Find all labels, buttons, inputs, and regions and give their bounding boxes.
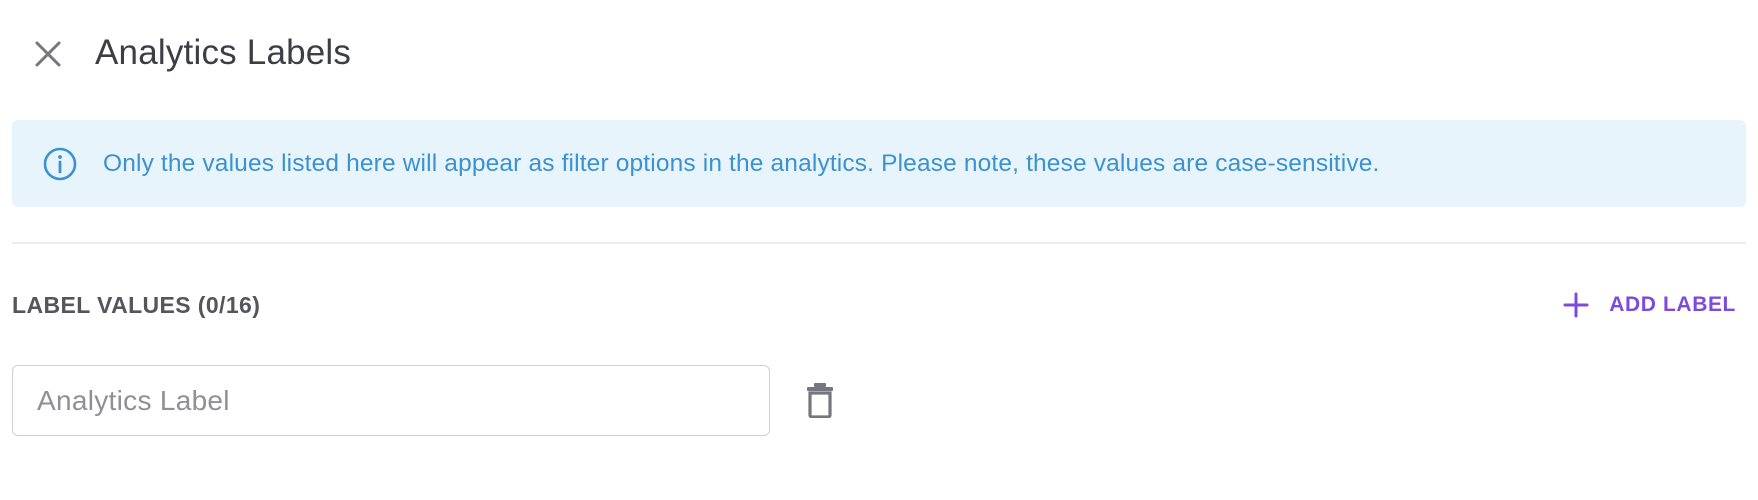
panel-header: Analytics Labels	[0, 0, 1758, 104]
label-row	[12, 365, 862, 436]
close-icon	[34, 40, 62, 73]
add-label-button-label: ADD LABEL	[1609, 293, 1736, 316]
add-label-button[interactable]: ADD LABEL	[1563, 288, 1736, 322]
page-title: Analytics Labels	[95, 33, 352, 72]
delete-label-button[interactable]	[800, 382, 840, 422]
close-button[interactable]	[28, 36, 68, 76]
label-values-heading: LABEL VALUES (0/16)	[12, 292, 261, 318]
info-banner-text: Only the values listed here will appear …	[103, 150, 1380, 177]
trash-icon	[805, 382, 835, 423]
info-icon	[42, 146, 78, 182]
analytics-label-input[interactable]	[12, 365, 770, 436]
info-banner: Only the values listed here will appear …	[12, 120, 1746, 207]
divider	[12, 242, 1746, 244]
plus-icon	[1563, 292, 1589, 318]
analytics-labels-panel: Analytics Labels Only the values listed …	[0, 0, 1758, 500]
